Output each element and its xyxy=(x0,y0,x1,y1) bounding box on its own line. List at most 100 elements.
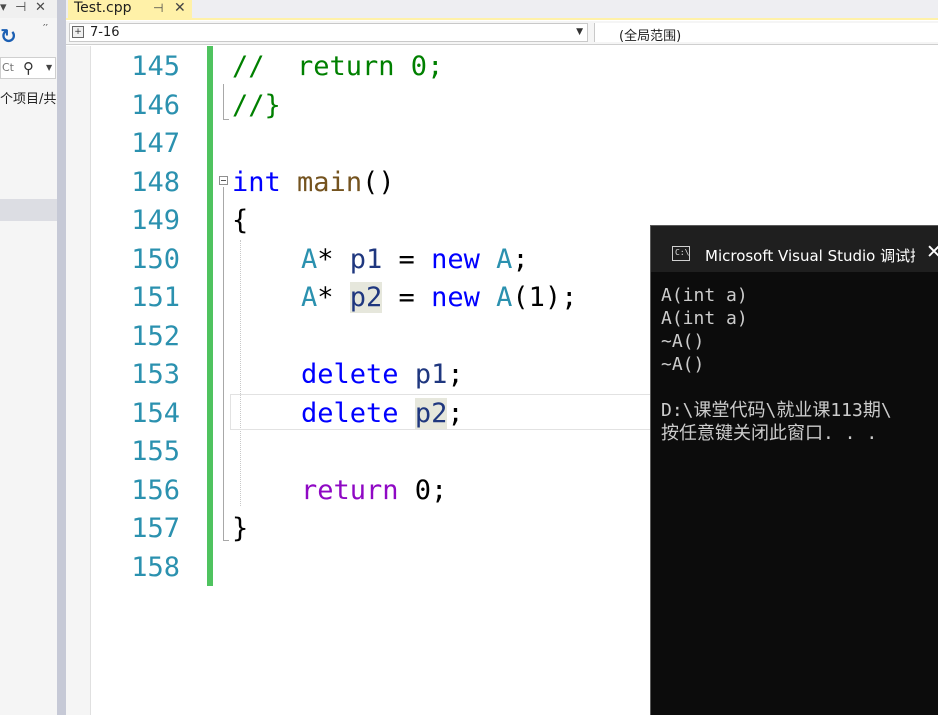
project-scope-dropdown[interactable]: + 7-16 ▼ xyxy=(69,23,588,42)
search-placeholder: Ct xyxy=(2,61,14,74)
line-number: 153 xyxy=(131,359,180,390)
code-line-148[interactable]: int main() xyxy=(232,166,395,200)
line-number: 146 xyxy=(131,90,180,121)
punctuation: ; xyxy=(447,398,464,429)
outline-line xyxy=(223,187,224,541)
punctuation: ; xyxy=(447,359,464,390)
line-number: 145 xyxy=(131,51,180,82)
pin-icon[interactable]: ⊣ xyxy=(15,0,26,16)
keyword: int xyxy=(232,167,281,198)
collapse-icon[interactable] xyxy=(219,176,228,185)
function-name: main xyxy=(297,167,363,198)
selected-tree-row[interactable] xyxy=(0,199,57,221)
outline-line-end xyxy=(223,540,229,541)
console-output-line: 按任意键关闭此窗口. . . xyxy=(661,423,878,444)
global-scope-value: (全局范围) xyxy=(619,29,682,44)
panel-splitter[interactable] xyxy=(57,0,66,715)
code-line-154[interactable]: delete p2; xyxy=(301,397,464,431)
console-close-icon[interactable]: ✕ xyxy=(926,242,938,262)
code-line-156[interactable]: return 0; xyxy=(301,474,447,508)
code-line-157[interactable]: } xyxy=(232,512,248,546)
line-number: 157 xyxy=(131,513,180,544)
scope-icon: + xyxy=(72,26,84,38)
solution-search-input[interactable]: Ct ⚲ ▼ xyxy=(0,57,56,79)
console-output-line: D:\课堂代码\就业课113期\ xyxy=(661,400,892,421)
panel-title-bar: ▾ ⊣ ✕ xyxy=(0,0,57,18)
line-number: 148 xyxy=(131,167,180,198)
line-number: 155 xyxy=(131,436,180,467)
solution-tree-item[interactable]: 个项目/共 xyxy=(0,88,56,107)
console-output-line: A(int a) xyxy=(661,285,748,306)
console-title-bar[interactable]: C:\ Microsoft Visual Studio 调试控 ✕ xyxy=(651,226,938,272)
brace: { xyxy=(232,205,249,236)
punctuation: 0; xyxy=(398,475,448,506)
line-number: 149 xyxy=(131,205,180,236)
type-name: A xyxy=(496,244,513,275)
punctuation: * xyxy=(317,282,350,313)
line-number: 152 xyxy=(131,321,180,352)
comment: // return 0; xyxy=(232,51,444,82)
navigation-bar: + 7-16 ▼ (全局范围) xyxy=(66,21,938,45)
close-icon[interactable]: ✕ xyxy=(35,0,46,16)
punctuation: = xyxy=(382,244,432,275)
solution-explorer-panel: ▾ ⊣ ✕ ↻ ′′ Ct ⚲ ▼ 个项目/共 267 xyxy=(0,0,123,715)
scope-value: 7-16 xyxy=(90,25,120,40)
code-line-151[interactable]: A* p2 = new A(1); xyxy=(301,281,577,315)
refresh-icon[interactable]: ↻ xyxy=(0,24,17,48)
search-icon[interactable]: ⚲ xyxy=(23,59,34,77)
outline-line-end xyxy=(223,119,229,120)
keyword: new xyxy=(431,282,480,313)
type-name: A xyxy=(301,244,318,275)
brace: } xyxy=(232,513,249,544)
chevron-down-icon[interactable]: ▼ xyxy=(576,27,583,37)
margin-divider xyxy=(90,46,91,715)
outline-line xyxy=(223,84,224,120)
document-tab-strip: Test.cpp ⊣ ✕ xyxy=(66,0,938,18)
punctuation: * xyxy=(317,244,350,275)
line-number: 154 xyxy=(131,398,180,429)
panel-dropdown-icon[interactable]: ▾ xyxy=(0,0,7,16)
console-app-icon: C:\ xyxy=(672,246,690,261)
punctuation: () xyxy=(362,167,395,198)
code-line-146[interactable]: //} xyxy=(232,89,281,123)
search-dropdown-icon[interactable]: ▼ xyxy=(46,63,52,72)
debug-console-window[interactable]: C:\ Microsoft Visual Studio 调试控 ✕ A(int … xyxy=(650,225,938,715)
keyword: new xyxy=(431,244,480,275)
type-name: A xyxy=(496,282,513,313)
comment: //} xyxy=(232,90,281,121)
type-name: A xyxy=(301,282,318,313)
line-number: 151 xyxy=(131,282,180,313)
line-number: 158 xyxy=(131,552,180,583)
keyword: delete xyxy=(301,398,399,429)
line-number: 156 xyxy=(131,475,180,506)
global-scope-dropdown[interactable]: (全局范围) xyxy=(594,23,938,44)
variable: p1 xyxy=(349,244,383,275)
tab-test-cpp[interactable]: Test.cpp ⊣ ✕ xyxy=(68,0,192,18)
code-line-149[interactable]: { xyxy=(232,204,248,238)
console-output-line: ~A() xyxy=(661,331,705,352)
code-line-150[interactable]: A* p1 = new A; xyxy=(301,243,529,277)
code-line-145[interactable]: // return 0; xyxy=(232,50,443,84)
punctuation: = xyxy=(382,282,432,313)
code-line-153[interactable]: delete p1; xyxy=(301,358,464,392)
keyword-control: return xyxy=(301,475,399,506)
variable: p1 xyxy=(414,359,448,390)
line-number: 147 xyxy=(131,128,180,159)
change-tracking-bar xyxy=(207,46,213,586)
indent-guide xyxy=(240,240,241,506)
console-output-line: ~A() xyxy=(661,354,705,375)
console-title: Microsoft Visual Studio 调试控 xyxy=(705,247,915,265)
tab-close-icon[interactable]: ✕ xyxy=(174,0,186,17)
tab-pin-icon[interactable]: ⊣ xyxy=(153,0,163,17)
punctuation: ; xyxy=(512,244,529,275)
indicator-margin xyxy=(66,46,91,715)
more-options-icon[interactable]: ′′ xyxy=(43,22,48,35)
tab-accent-line xyxy=(66,18,938,20)
line-number: 150 xyxy=(131,244,180,275)
keyword: delete xyxy=(301,359,399,390)
console-output-line: A(int a) xyxy=(661,308,748,329)
